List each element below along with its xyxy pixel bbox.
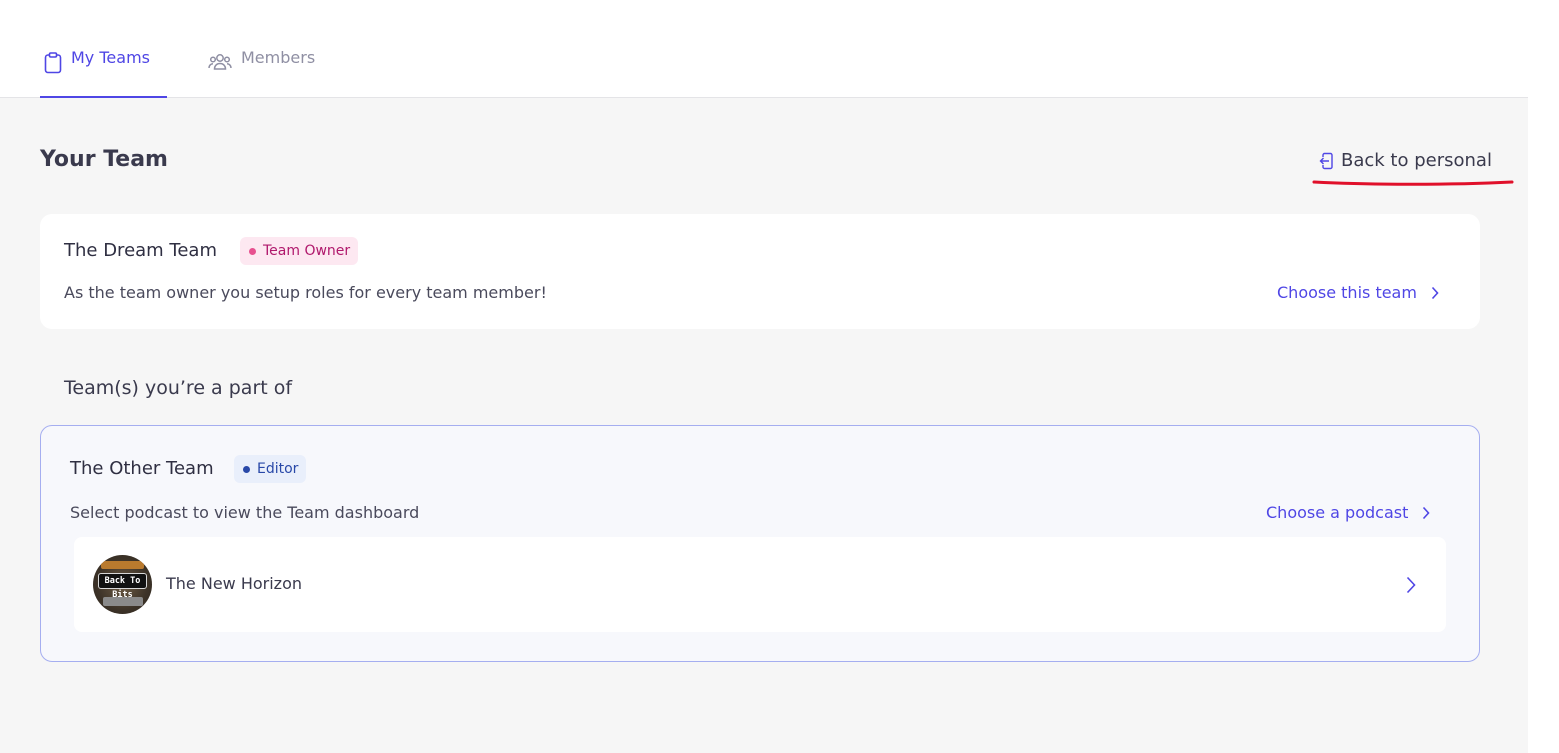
right-edge <box>1528 0 1559 753</box>
choose-a-podcast-button[interactable]: Choose a podcast <box>1266 503 1430 522</box>
sign-in-icon <box>1319 152 1333 169</box>
choose-a-podcast-label: Choose a podcast <box>1266 503 1409 522</box>
owner-team-description: As the team owner you setup roles for ev… <box>64 283 547 302</box>
badge-dot <box>249 247 256 255</box>
chevron-right-icon <box>1406 576 1416 594</box>
choose-this-team-label: Choose this team <box>1277 283 1417 302</box>
member-team-name: The Other Team <box>70 458 214 479</box>
member-team-description: Select podcast to view the Team dashboar… <box>70 503 420 522</box>
editor-role-badge: Editor <box>234 455 307 483</box>
member-teams-heading: Team(s) you’re a part of <box>64 377 293 399</box>
back-to-personal-button[interactable]: Back to personal <box>1319 150 1492 171</box>
tab-members-label: Members <box>241 48 316 67</box>
podcast-name: The New Horizon <box>166 574 302 593</box>
back-to-personal-label: Back to personal <box>1341 150 1492 171</box>
podcast-row[interactable]: Back To Bits The New Horizon <box>74 537 1446 632</box>
owner-team-card: The Dream Team Team Owner As the team ow… <box>40 214 1480 329</box>
owner-role-label: Team Owner <box>263 243 351 259</box>
tab-my-teams-label: My Teams <box>71 48 150 67</box>
podcast-cover-text: Back To Bits <box>98 573 147 600</box>
chevron-right-icon <box>1431 286 1439 299</box>
top-nav: My Teams Members <box>0 0 1528 98</box>
annotation-underline <box>1312 180 1514 186</box>
owner-role-badge: Team Owner <box>240 237 359 265</box>
choose-this-team-button[interactable]: Choose this team <box>1277 283 1439 302</box>
users-icon <box>208 54 232 70</box>
clipboard-icon <box>44 52 62 74</box>
tab-my-teams[interactable]: My Teams <box>40 48 167 98</box>
editor-role-label: Editor <box>257 461 299 477</box>
badge-dot <box>243 465 250 473</box>
tab-members[interactable]: Members <box>208 48 315 98</box>
owner-team-name: The Dream Team <box>64 240 217 261</box>
podcast-cover: Back To Bits <box>93 555 152 614</box>
page-title: Your Team <box>40 147 168 172</box>
chevron-right-icon <box>1423 506 1430 519</box>
member-team-card: The Other Team Editor Select podcast to … <box>40 425 1480 662</box>
